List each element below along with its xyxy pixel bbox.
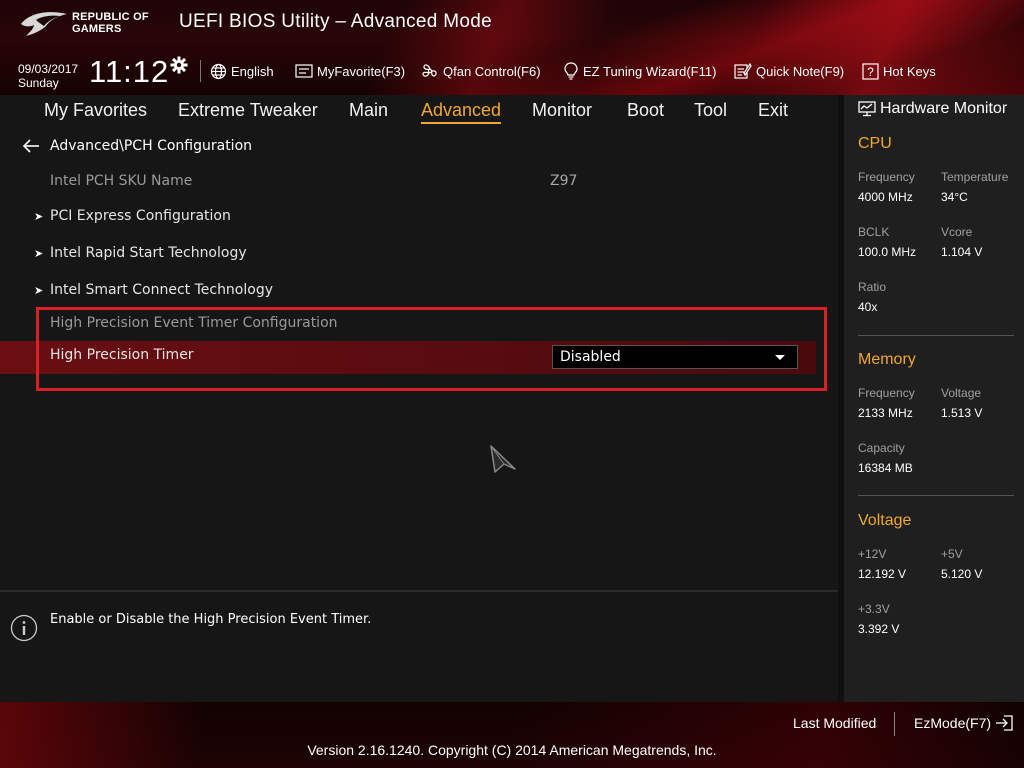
bclk-label: BCLK [858,225,890,239]
last-modified-label: Last Modified [793,715,877,731]
myfavorite-icon [295,64,313,78]
cpu-freq-label: Frequency [858,170,915,184]
ezmode-button[interactable]: EzMode(F7) [914,715,1014,731]
ratio-label: Ratio [858,280,887,294]
version-text: Version 2.16.1240. Copyright (C) 2014 Am… [307,742,717,758]
myfavorite-button[interactable]: MyFavorite(F3) [295,62,405,80]
note-icon [734,62,752,79]
footer-bar: Last Modified EzMode(F7) Version 2.16.12… [0,702,1024,768]
vcore-label: Vcore [941,225,973,239]
tab-my-favorites[interactable]: My Favorites [44,100,147,121]
submenu-label: Intel Smart Connect Technology [50,282,274,298]
sku-value: Z97 [550,173,578,189]
rog-logo: REPUBLIC OF GAMERS [20,8,165,42]
gear-icon[interactable] [170,56,188,74]
v12-value: 12.192 V [858,567,907,581]
main-nav: My Favorites Extreme Tweaker Main Advanc… [0,95,838,128]
app-title: UEFI BIOS Utility – Advanced Mode [179,11,492,32]
globe-icon [210,63,227,79]
date-value: 09/03/2017 [18,62,79,76]
ratio-value: 40x [858,300,878,314]
lightbulb-icon [564,62,578,80]
fan-icon [422,64,437,77]
hw-title-label: Hardware Monitor [880,100,1008,117]
breadcrumb-path: Advanced\PCH Configuration [50,138,253,154]
tab-extreme-tweaker[interactable]: Extreme Tweaker [178,100,318,121]
help-icon: ? [862,62,879,80]
back-arrow-icon[interactable] [22,139,40,153]
day-value: Sunday [18,76,59,90]
last-modified-button[interactable]: Last Modified [793,715,876,731]
quick-note-button[interactable]: Quick Note(F9) [734,62,844,80]
mem-freq-label: Frequency [858,386,915,400]
myfavorite-label: MyFavorite(F3) [317,63,406,79]
qfan-label: Qfan Control(F6) [443,63,541,79]
cpu-heading: CPU [858,135,892,152]
exit-arrow-icon [996,715,1013,731]
hw-monitor-title: Hardware Monitor [858,100,1007,118]
submenu-label: Intel Rapid Start Technology [50,245,247,261]
mouse-cursor-icon [490,445,516,473]
sku-label: Intel PCH SKU Name [50,173,193,189]
clock-display: 11:12 [89,54,170,89]
voltage-heading: Voltage [858,512,912,529]
tab-advanced[interactable]: Advanced [421,100,502,124]
cpu-temp-value: 34°C [941,190,968,204]
mem-volt-value: 1.513 V [941,406,983,420]
highlight-annotation-box [36,307,827,391]
v33-value: 3.392 V [858,622,900,636]
ezmode-label: EzMode(F7) [914,715,992,731]
v33-label: +3.3V [858,602,890,616]
hw-divider [858,495,1014,496]
tab-exit[interactable]: Exit [758,100,788,121]
qfan-button[interactable]: Qfan Control(F6) [421,62,541,80]
cpu-freq-value: 4000 MHz [858,190,913,204]
language-label: English [231,63,274,79]
mem-cap-value: 16384 MB [858,461,913,475]
memory-heading: Memory [858,351,916,368]
info-icon [10,614,38,642]
svg-text:?: ? [867,65,874,79]
help-text: Enable or Disable the High Precision Eve… [50,612,372,627]
mem-freq-value: 2133 MHz [858,406,913,420]
cpu-temp-label: Temperature [941,170,1009,184]
submenu-arrow-icon: ➤ [34,284,44,297]
mem-volt-label: Voltage [941,386,982,400]
tab-boot[interactable]: Boot [627,100,664,121]
tab-monitor[interactable]: Monitor [532,100,592,121]
submenu-arrow-icon: ➤ [34,210,44,223]
brand-line2: GAMERS [72,23,122,35]
v5-label: +5V [941,547,963,561]
hot-keys-button[interactable]: ? Hot Keys [862,62,936,80]
tab-main[interactable]: Main [349,100,388,121]
header-bar: REPUBLIC OF GAMERS UEFI BIOS Utility – A… [0,0,1024,95]
breadcrumb[interactable]: Advanced\PCH Configuration [22,138,252,154]
v12-label: +12V [858,547,887,561]
tab-tool[interactable]: Tool [694,100,727,121]
footer-divider [894,712,895,736]
settings-panel: Advanced\PCH Configuration Intel PCH SKU… [0,128,838,590]
v5-value: 5.120 V [941,567,983,581]
monitor-icon [858,101,876,117]
submenu-label: PCI Express Configuration [50,208,231,224]
bclk-value: 100.0 MHz [858,245,917,259]
toolbar-divider [200,60,201,82]
ez-tuning-label: EZ Tuning Wizard(F11) [583,63,717,79]
mem-cap-label: Capacity [858,441,905,455]
vcore-value: 1.104 V [941,245,983,259]
hw-divider [858,335,1014,336]
rog-eye-icon [21,12,67,36]
quick-note-label: Quick Note(F9) [756,63,845,79]
hardware-monitor-panel: Hardware Monitor CPU Frequency Temperatu… [838,95,1024,702]
submenu-arrow-icon: ➤ [34,247,44,260]
date-display: 09/03/2017 Sunday [18,62,78,90]
ez-tuning-button[interactable]: EZ Tuning Wizard(F11) [563,62,716,80]
language-button[interactable]: English [210,62,274,80]
hot-keys-label: Hot Keys [883,63,936,79]
help-bar: Enable or Disable the High Precision Eve… [0,590,838,702]
brand-line1: REPUBLIC OF [72,11,149,23]
